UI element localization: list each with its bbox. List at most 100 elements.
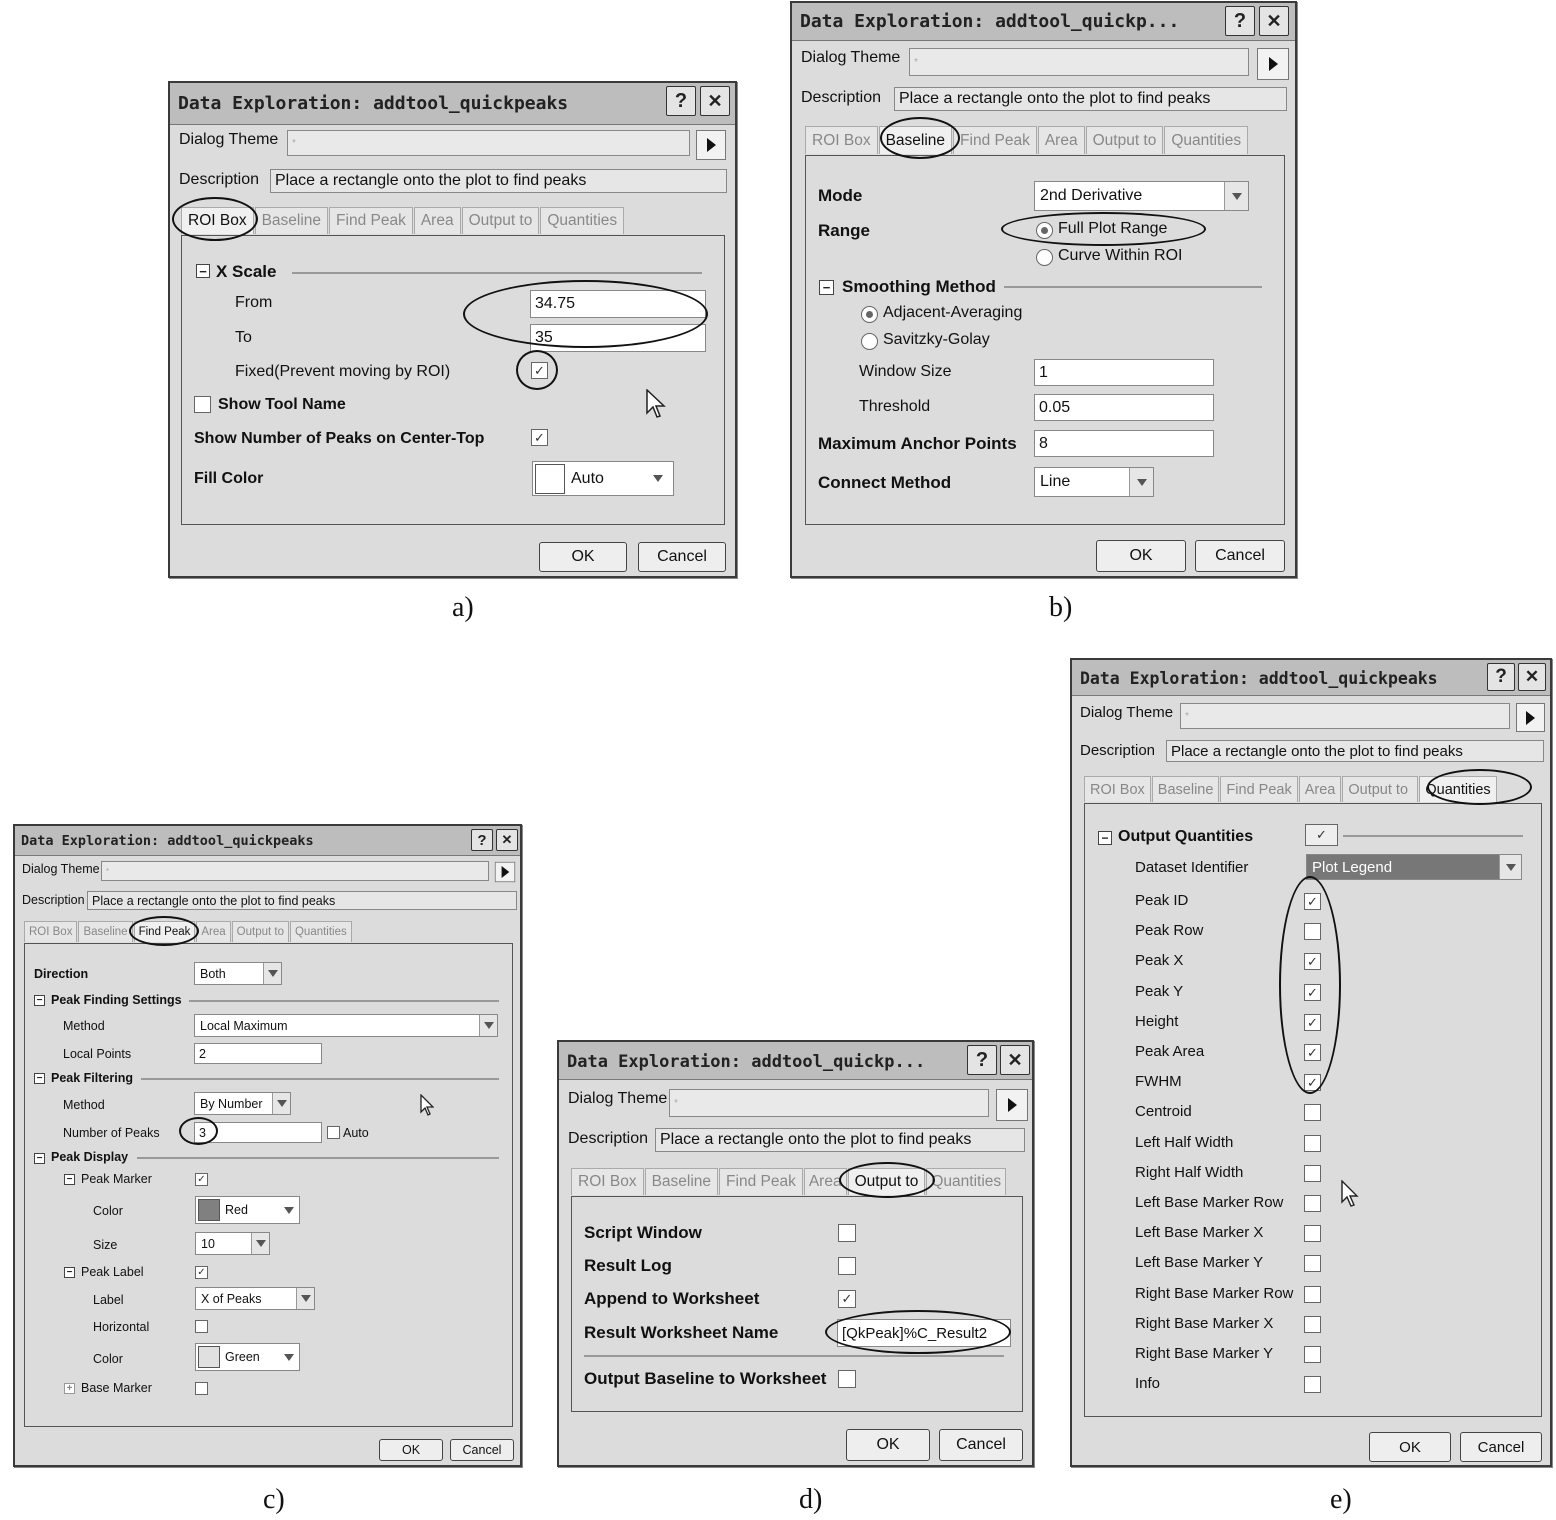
theme-menu-button[interactable]: [1257, 48, 1289, 80]
tab-baseline[interactable]: Baseline: [644, 1168, 719, 1195]
tab-baseline[interactable]: Baseline: [78, 921, 133, 942]
show-tool-name-checkbox[interactable]: [194, 396, 211, 413]
theme-menu-button[interactable]: [1516, 703, 1545, 732]
to-input[interactable]: 35: [530, 324, 706, 352]
ok-button[interactable]: OK: [539, 542, 627, 572]
title-bar[interactable]: Data Exploration: addtool_quickp... ? ✕: [559, 1042, 1032, 1080]
append-worksheet-checkbox[interactable]: ✓: [838, 1290, 856, 1308]
local-points-input[interactable]: 2: [194, 1043, 322, 1064]
quantity-checkbox[interactable]: [1304, 1135, 1321, 1152]
collapse-toggle[interactable]: −: [64, 1174, 75, 1185]
size-dropdown[interactable]: 10: [195, 1232, 270, 1255]
tab-find-peak[interactable]: Find Peak: [1220, 776, 1298, 802]
tab-area[interactable]: Area: [803, 1168, 847, 1195]
tab-quantities[interactable]: Quantities: [540, 207, 625, 234]
window-size-input[interactable]: 1: [1034, 359, 1214, 386]
quantity-checkbox[interactable]: ✓: [1304, 893, 1321, 910]
ok-button[interactable]: OK: [1096, 540, 1186, 572]
close-button[interactable]: ✕: [496, 829, 518, 851]
dialog-theme-field[interactable]: *: [909, 48, 1249, 76]
fixed-checkbox[interactable]: ✓: [531, 362, 548, 379]
result-log-checkbox[interactable]: [838, 1257, 856, 1275]
theme-menu-button[interactable]: [696, 130, 726, 160]
title-bar[interactable]: Data Exploration: addtool_quickpeaks ? ✕: [15, 826, 520, 856]
peak-marker-checkbox[interactable]: ✓: [195, 1173, 208, 1186]
cancel-button[interactable]: Cancel: [450, 1439, 514, 1461]
collapse-toggle[interactable]: −: [64, 1267, 75, 1278]
range-full-radio[interactable]: [1036, 222, 1053, 239]
tab-find-peak[interactable]: Find Peak: [953, 126, 1037, 154]
ok-button[interactable]: OK: [846, 1429, 930, 1461]
title-bar[interactable]: Data Exploration: addtool_quickpeaks ? ✕: [170, 83, 735, 125]
tab-roi-box[interactable]: ROI Box: [1084, 776, 1151, 802]
cancel-button[interactable]: Cancel: [1195, 540, 1285, 572]
help-button[interactable]: ?: [1225, 6, 1255, 36]
output-baseline-checkbox[interactable]: [838, 1370, 856, 1388]
quantity-checkbox[interactable]: ✓: [1304, 1014, 1321, 1031]
tab-quantities[interactable]: Quantities: [289, 921, 352, 942]
cancel-button[interactable]: Cancel: [939, 1429, 1023, 1461]
quantity-checkbox[interactable]: [1304, 1376, 1321, 1393]
peak-label-checkbox[interactable]: ✓: [195, 1266, 208, 1279]
help-button[interactable]: ?: [1487, 663, 1515, 691]
tab-baseline[interactable]: Baseline: [1151, 776, 1220, 802]
dialog-theme-field[interactable]: *: [287, 130, 690, 156]
cancel-button[interactable]: Cancel: [638, 542, 726, 572]
tab-quantities[interactable]: Quantities: [926, 1168, 1007, 1195]
tab-area[interactable]: Area: [1298, 776, 1342, 802]
method-dropdown[interactable]: Local Maximum: [194, 1014, 498, 1037]
quantity-checkbox[interactable]: [1304, 1316, 1321, 1333]
theme-menu-button[interactable]: [996, 1089, 1028, 1121]
tab-area[interactable]: Area: [1037, 126, 1085, 154]
tab-find-peak[interactable]: Find Peak: [133, 921, 196, 942]
quantity-checkbox[interactable]: ✓: [1304, 1074, 1321, 1091]
tab-output-to[interactable]: Output to: [461, 207, 540, 234]
tab-output-to[interactable]: Output to: [1342, 776, 1419, 802]
max-anchor-input[interactable]: 8: [1034, 430, 1214, 457]
help-button[interactable]: ?: [967, 1045, 997, 1075]
tab-quantities[interactable]: Quantities: [1164, 126, 1249, 154]
collapse-toggle[interactable]: −: [34, 995, 45, 1006]
collapse-toggle[interactable]: −: [1098, 831, 1112, 845]
tab-find-peak[interactable]: Find Peak: [329, 207, 413, 234]
tab-output-to[interactable]: Output to: [1085, 126, 1164, 154]
collapse-toggle[interactable]: −: [34, 1153, 45, 1164]
dialog-theme-field[interactable]: *: [669, 1089, 989, 1117]
result-ws-name-input[interactable]: [QkPeak]%C_Result2: [837, 1319, 1011, 1347]
tab-roi-box[interactable]: ROI Box: [571, 1168, 644, 1195]
quantity-checkbox[interactable]: ✓: [1304, 984, 1321, 1001]
tab-area[interactable]: Area: [196, 921, 231, 942]
quantity-checkbox[interactable]: [1304, 1165, 1321, 1182]
tab-output-to[interactable]: Output to: [847, 1168, 926, 1195]
script-window-checkbox[interactable]: [838, 1224, 856, 1242]
dialog-theme-field[interactable]: *: [1180, 703, 1510, 729]
quantity-checkbox[interactable]: [1304, 1225, 1321, 1242]
close-button[interactable]: ✕: [1259, 6, 1289, 36]
cancel-button[interactable]: Cancel: [1460, 1432, 1542, 1462]
quantity-checkbox[interactable]: ✓: [1304, 953, 1321, 970]
range-roi-radio[interactable]: [1036, 249, 1053, 266]
close-button[interactable]: ✕: [1000, 1045, 1030, 1075]
tab-roi-box[interactable]: ROI Box: [24, 921, 78, 942]
base-marker-checkbox[interactable]: [195, 1382, 208, 1395]
quantity-checkbox[interactable]: ✓: [1304, 1044, 1321, 1061]
label-type-dropdown[interactable]: X of Peaks: [195, 1287, 315, 1310]
connect-dropdown[interactable]: Line: [1034, 467, 1154, 497]
tab-output-to[interactable]: Output to: [231, 921, 289, 942]
expand-toggle[interactable]: +: [64, 1383, 75, 1394]
tab-area[interactable]: Area: [413, 207, 461, 234]
from-input[interactable]: 34.75: [530, 290, 706, 318]
tab-quantities[interactable]: Quantities: [1419, 776, 1497, 802]
label-color-dropdown[interactable]: Green: [195, 1343, 300, 1371]
collapse-toggle[interactable]: −: [196, 264, 210, 278]
quantity-checkbox[interactable]: [1304, 1104, 1321, 1121]
direction-dropdown[interactable]: Both: [194, 962, 282, 985]
quantity-checkbox[interactable]: [1304, 1346, 1321, 1363]
num-peaks-input[interactable]: 3: [194, 1122, 322, 1143]
smooth-savitzky-radio[interactable]: [861, 333, 878, 350]
tab-find-peak[interactable]: Find Peak: [719, 1168, 803, 1195]
help-button[interactable]: ?: [471, 829, 493, 851]
auto-checkbox[interactable]: [327, 1126, 340, 1139]
ok-button[interactable]: OK: [379, 1439, 443, 1461]
tab-baseline[interactable]: Baseline: [878, 126, 953, 154]
